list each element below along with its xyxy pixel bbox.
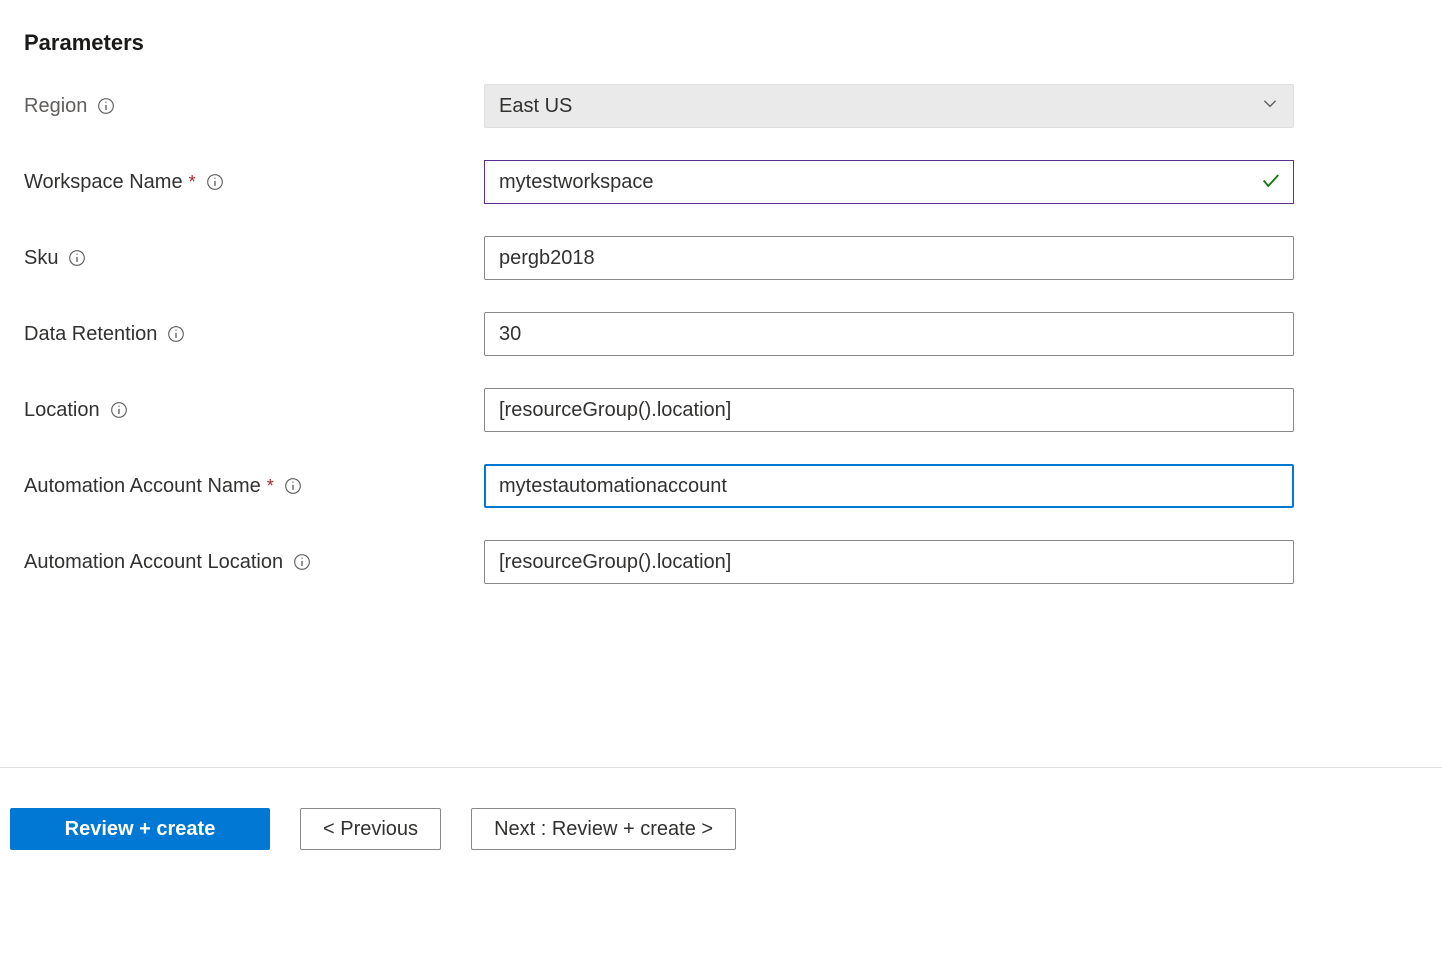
section-title: Parameters <box>24 30 1418 56</box>
location-input[interactable] <box>484 388 1294 432</box>
info-icon[interactable] <box>110 401 128 419</box>
region-dropdown[interactable]: East US <box>484 84 1294 128</box>
row-automation-account-location: Automation Account Location <box>24 540 1418 584</box>
review-create-button[interactable]: Review + create <box>10 808 270 850</box>
label-automation-account-location-text: Automation Account Location <box>24 551 283 574</box>
required-asterisk: * <box>189 172 196 193</box>
data-retention-input[interactable] <box>484 312 1294 356</box>
row-sku: Sku <box>24 236 1418 280</box>
info-icon[interactable] <box>206 173 224 191</box>
checkmark-icon <box>1260 170 1282 195</box>
label-sku: Sku <box>24 247 484 270</box>
row-workspace-name: Workspace Name * <box>24 160 1418 204</box>
label-data-retention: Data Retention <box>24 323 484 346</box>
label-location-text: Location <box>24 399 100 422</box>
info-icon[interactable] <box>68 249 86 267</box>
footer-bar: Review + create < Previous Next : Review… <box>0 767 1442 874</box>
required-asterisk: * <box>267 476 274 497</box>
row-location: Location <box>24 388 1418 432</box>
previous-button[interactable]: < Previous <box>300 808 441 850</box>
info-icon[interactable] <box>293 553 311 571</box>
sku-input[interactable] <box>484 236 1294 280</box>
workspace-name-input[interactable] <box>484 160 1294 204</box>
automation-account-location-input[interactable] <box>484 540 1294 584</box>
label-automation-account-location: Automation Account Location <box>24 551 484 574</box>
region-dropdown-value: East US <box>499 95 572 118</box>
info-icon[interactable] <box>284 477 302 495</box>
label-workspace-name: Workspace Name * <box>24 171 484 194</box>
label-automation-account-name: Automation Account Name * <box>24 475 484 498</box>
label-sku-text: Sku <box>24 247 58 270</box>
label-location: Location <box>24 399 484 422</box>
info-icon[interactable] <box>167 325 185 343</box>
label-workspace-name-text: Workspace Name <box>24 171 183 194</box>
label-region: Region <box>24 95 484 118</box>
row-region: Region East US <box>24 84 1418 128</box>
label-region-text: Region <box>24 95 87 118</box>
automation-account-name-input[interactable] <box>484 464 1294 508</box>
label-data-retention-text: Data Retention <box>24 323 157 346</box>
label-automation-account-name-text: Automation Account Name <box>24 475 261 498</box>
chevron-down-icon <box>1261 94 1279 118</box>
info-icon[interactable] <box>97 97 115 115</box>
row-automation-account-name: Automation Account Name * <box>24 464 1418 508</box>
next-button[interactable]: Next : Review + create > <box>471 808 736 850</box>
row-data-retention: Data Retention <box>24 312 1418 356</box>
